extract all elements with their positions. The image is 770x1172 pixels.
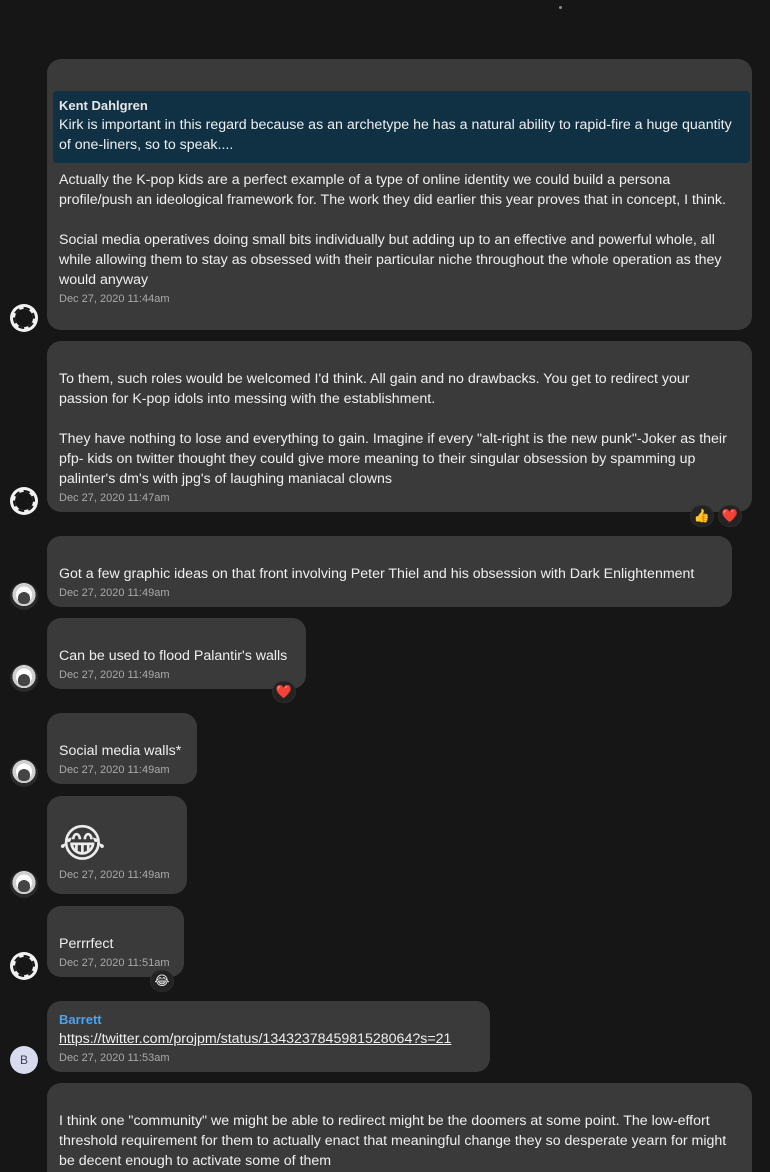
message-timestamp: Dec 27, 2020 11:44am <box>59 293 170 305</box>
message-bubble[interactable]: Got a few graphic ideas on that front in… <box>47 536 732 607</box>
message-bubble[interactable]: Barrett https://twitter.com/projpm/statu… <box>47 1001 490 1072</box>
message-timestamp: Dec 27, 2020 11:51am <box>59 957 170 969</box>
message-timestamp: Dec 27, 2020 11:47am <box>59 492 170 504</box>
quote-author: Kent Dahlgren <box>59 98 148 113</box>
message-bubble[interactable]: Can be used to flood Palantir's walls De… <box>47 618 306 689</box>
quote-text: Kirk is important in this regard because… <box>59 117 732 153</box>
message-text: Got a few graphic ideas on that front in… <box>59 566 695 582</box>
window-indicator-dot <box>559 6 562 9</box>
message-text: Can be used to flood Palantir's walls <box>59 648 288 664</box>
message-timestamp: Dec 27, 2020 11:49am <box>59 764 170 776</box>
message-text: Actually the K-pop kids are a perfect ex… <box>59 172 726 288</box>
quoted-message[interactable]: Kent Dahlgren Kirk is important in this … <box>53 91 750 163</box>
user-avatar[interactable] <box>10 870 38 898</box>
message-text: I think one "community" we might be able… <box>59 1113 731 1169</box>
sender-name[interactable]: Barrett <box>59 1011 478 1029</box>
user-avatar[interactable] <box>10 487 38 515</box>
message-bubble[interactable]: Perrrfect Dec 27, 2020 11:51am <box>47 906 184 977</box>
message-text: To them, such roles would be welcomed I'… <box>59 371 727 487</box>
message-text: Social media walls* <box>59 743 182 759</box>
message-bubble[interactable]: To them, such roles would be welcomed I'… <box>47 341 752 512</box>
reaction-thumbs-up[interactable]: 👍 <box>690 505 714 527</box>
user-avatar[interactable] <box>10 664 38 692</box>
laughing-emoji: 😂 <box>59 822 106 866</box>
reaction-laughing[interactable]: 😂 <box>150 970 174 992</box>
message-text: Perrrfect <box>59 936 114 952</box>
message-timestamp: Dec 27, 2020 11:53am <box>59 1052 170 1064</box>
message-timestamp: Dec 27, 2020 11:49am <box>59 587 170 599</box>
message-bubble[interactable]: 😂 Dec 27, 2020 11:49am <box>47 796 187 894</box>
message-timestamp: Dec 27, 2020 11:49am <box>59 869 170 881</box>
user-avatar[interactable] <box>10 582 38 610</box>
user-avatar[interactable] <box>10 759 38 787</box>
message-link[interactable]: https://twitter.com/projpm/status/134323… <box>59 1029 478 1049</box>
message-bubble[interactable]: Kent Dahlgren Kirk is important in this … <box>47 59 752 330</box>
message-bubble[interactable]: Social media walls* Dec 27, 2020 11:49am <box>47 713 197 784</box>
user-avatar-letter[interactable]: B <box>10 1046 38 1074</box>
user-avatar[interactable] <box>10 304 38 332</box>
reaction-heart[interactable]: ❤️ <box>718 505 742 527</box>
message-timestamp: Dec 27, 2020 11:49am <box>59 669 170 681</box>
user-avatar[interactable] <box>10 952 38 980</box>
reaction-heart[interactable]: ❤️ <box>272 681 296 703</box>
message-bubble[interactable]: I think one "community" we might be able… <box>47 1083 752 1172</box>
